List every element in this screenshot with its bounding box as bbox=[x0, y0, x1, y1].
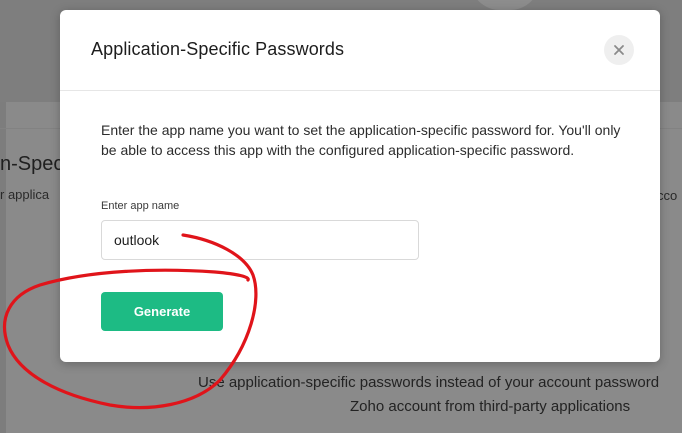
dialog-header: Application-Specific Passwords bbox=[60, 10, 660, 91]
app-name-label: Enter app name bbox=[101, 200, 180, 212]
background-heading: n-Spec bbox=[0, 153, 64, 175]
dialog-description: Enter the app name you want to set the a… bbox=[101, 122, 621, 158]
generate-button[interactable]: Generate bbox=[101, 292, 223, 331]
background-right-text: cco bbox=[657, 188, 678, 203]
app-name-input[interactable] bbox=[101, 220, 419, 260]
app-password-dialog: Application-Specific Passwords Enter the… bbox=[60, 10, 660, 362]
close-button[interactable] bbox=[604, 35, 634, 65]
close-icon bbox=[614, 45, 624, 55]
background-info-line-1: Use application-specific passwords inste… bbox=[198, 374, 660, 391]
background-info-line-2: Zoho account from third-party applicatio… bbox=[350, 398, 631, 415]
dialog-title: Application-Specific Passwords bbox=[91, 39, 345, 59]
background-subtext: r applica bbox=[0, 187, 50, 202]
